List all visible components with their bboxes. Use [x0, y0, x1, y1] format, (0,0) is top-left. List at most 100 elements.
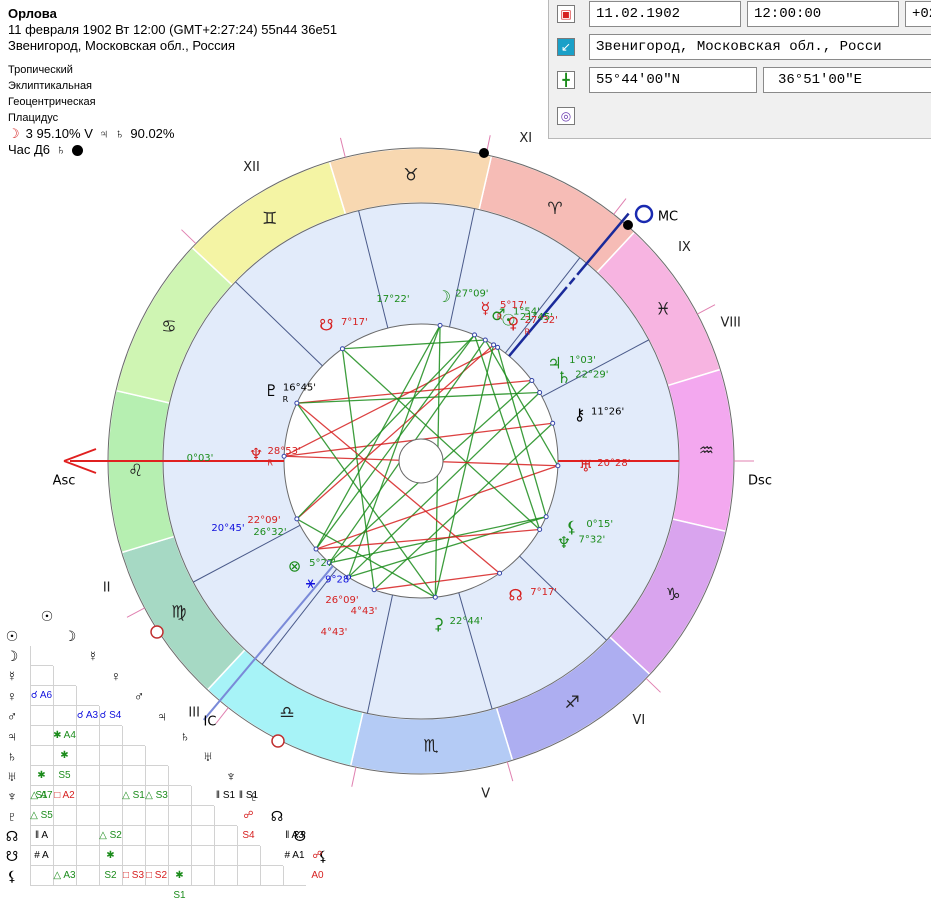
aspect-node	[472, 332, 478, 338]
aspect-symbol-icon: ✱ S1	[173, 870, 186, 901]
cusp-dot-icon	[479, 148, 489, 158]
aspect-grid-cell[interactable]	[214, 866, 237, 886]
house-cusp-tick	[181, 229, 197, 244]
aspect-grid-cell[interactable]	[191, 866, 214, 886]
aspect-node	[313, 546, 319, 552]
house-number-label: II	[103, 580, 111, 595]
aspect-grid-cell[interactable]	[122, 726, 145, 746]
aspect-symbol-icon: □ S2	[145, 870, 168, 881]
house-number-label: V	[481, 786, 490, 801]
aspect-symbol-icon: □ S3	[122, 870, 145, 881]
aspect-grid-cell[interactable]	[30, 666, 53, 686]
aspect-node	[529, 377, 535, 383]
planet-glyph-icon: ♄	[557, 368, 571, 387]
aspect-grid-cell[interactable]	[283, 866, 306, 886]
aspect-grid-cell[interactable]	[30, 726, 53, 746]
aspect-grid-cell[interactable]	[122, 846, 145, 866]
grid-diagonal-glyph-icon: ♅	[202, 748, 214, 764]
aspect-grid-cell[interactable]	[145, 826, 168, 846]
house-cusp-tick	[645, 678, 661, 693]
aspect-grid-cell[interactable]	[53, 666, 76, 686]
house-cusp-tick	[697, 304, 716, 315]
house-cusp-tick	[506, 761, 514, 782]
degree-label: 0°03'	[187, 453, 214, 464]
sign-glyph-icon: ♌	[128, 461, 143, 481]
aspect-grid-cell[interactable]	[122, 806, 145, 826]
center-circle	[398, 438, 444, 484]
aspect-grid-cell[interactable]	[214, 826, 237, 846]
aspect-node	[497, 570, 503, 576]
aspect-grid-cell[interactable]	[30, 646, 53, 666]
aspect-grid-cell[interactable]	[214, 806, 237, 826]
grid-planet-glyph-icon: ☊	[5, 828, 19, 844]
aspect-grid-cell[interactable]	[145, 746, 168, 766]
aspect-grid-cell[interactable]	[168, 806, 191, 826]
asc-label: Asc	[53, 474, 76, 489]
sign-glyph-icon: ♉	[403, 166, 418, 186]
aspect-grid-cell[interactable]	[122, 746, 145, 766]
aspect-grid-cell[interactable]	[168, 846, 191, 866]
aspect-grid-cell[interactable]	[76, 846, 99, 866]
aspect-grid-cell[interactable]	[99, 806, 122, 826]
sign-glyph-icon: ♈	[547, 199, 562, 219]
aspect-grid-cell[interactable]	[168, 766, 191, 786]
aspect-grid-cell[interactable]	[191, 826, 214, 846]
grid-planet-glyph-icon: ☋	[5, 848, 19, 864]
aspect-grid-cell[interactable]	[53, 686, 76, 706]
aspect-symbol-icon: ☌ A6	[30, 690, 53, 701]
aspect-grid-cell[interactable]	[145, 846, 168, 866]
aspect-symbol-icon: △ A7	[30, 790, 53, 801]
aspect-grid-cell[interactable]	[76, 866, 99, 886]
aspect-node	[339, 346, 345, 352]
aspect-grid-cell[interactable]	[145, 806, 168, 826]
aspect-grid-cell[interactable]	[191, 846, 214, 866]
planet-glyph-icon: ☉	[501, 311, 515, 330]
aspect-grid-cell[interactable]	[145, 766, 168, 786]
aspect-grid-cell[interactable]	[30, 706, 53, 726]
aspect-grid-cell[interactable]	[76, 686, 99, 706]
aspect-grid-cell[interactable]	[237, 866, 260, 886]
aspect-symbol-icon: ‖ S1	[215, 790, 236, 801]
aspect-grid-cell[interactable]	[168, 786, 191, 806]
planet-glyph-icon: ♇	[264, 381, 278, 400]
aspect-grid-cell[interactable]	[30, 746, 53, 766]
aspect-symbol-icon: ☌ S4	[99, 710, 122, 721]
aspect-grid-cell[interactable]	[76, 746, 99, 766]
planet-degree-label: 16°45'	[283, 382, 316, 393]
aspect-grid-cell[interactable]	[99, 786, 122, 806]
planet-glyph-icon: ☽	[437, 287, 451, 306]
aspect-grid-cell[interactable]	[76, 766, 99, 786]
aspect-grid-cell[interactable]	[99, 726, 122, 746]
planet-degree-label: 27°09'	[455, 289, 488, 300]
aspect-grid-cell[interactable]	[122, 766, 145, 786]
aspect-grid-cell[interactable]	[76, 726, 99, 746]
aspect-node	[555, 463, 561, 469]
aspect-grid-cell[interactable]	[214, 846, 237, 866]
aspect-grid-cell[interactable]	[76, 806, 99, 826]
aspect-grid-cell[interactable]	[53, 826, 76, 846]
planet-glyph-icon: ♆	[557, 533, 571, 552]
degree-label: 20°45'	[211, 523, 244, 534]
aspect-grid-cell[interactable]	[168, 826, 191, 846]
aspect-grid-cell[interactable]	[191, 806, 214, 826]
aspect-grid-cell[interactable]	[237, 846, 260, 866]
aspect-grid-cell[interactable]	[76, 786, 99, 806]
planet-glyph-icon: ☿	[481, 299, 491, 318]
aspect-grid-cell[interactable]	[122, 826, 145, 846]
aspect-grid-cell[interactable]	[53, 806, 76, 826]
aspect-grid-cell[interactable]	[260, 846, 283, 866]
aspect-grid-cell[interactable]	[99, 746, 122, 766]
aspect-symbol-icon: ☍ A0	[311, 850, 324, 881]
planet-retro-label: R	[267, 459, 273, 468]
aspect-grid-cell[interactable]	[53, 706, 76, 726]
planet-degree-label: 28°53'	[267, 446, 300, 457]
grid-planet-glyph-icon: ♃	[6, 728, 18, 744]
aspect-grid-cell[interactable]	[260, 866, 283, 886]
aspect-grid-cell[interactable]	[53, 846, 76, 866]
aspect-grid-cell[interactable]	[30, 866, 53, 886]
aspect-grid-cell[interactable]	[76, 826, 99, 846]
aspect-grid-cell[interactable]	[191, 786, 214, 806]
planet-degree-label: 9°28'	[325, 575, 352, 586]
aspect-grid-cell[interactable]	[99, 766, 122, 786]
planet-glyph-icon: ☋	[319, 315, 333, 334]
